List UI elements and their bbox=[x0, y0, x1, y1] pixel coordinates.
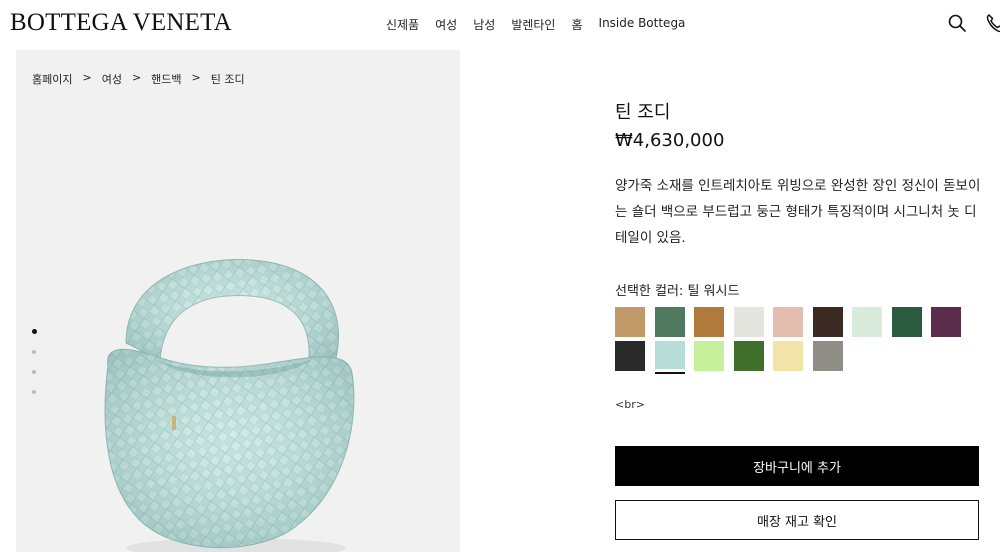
gallery-dot-3[interactable] bbox=[32, 370, 36, 374]
breadcrumb-home[interactable]: 홈페이지 bbox=[32, 71, 72, 87]
check-store-stock-button[interactable]: 매장 재고 확인 bbox=[615, 500, 979, 540]
product-gallery[interactable]: 홈페이지 > 여성 > 핸드백 > 틴 조디 bbox=[16, 50, 460, 552]
nav-item-new[interactable]: 신제품 bbox=[386, 16, 419, 33]
nav-item-valentine[interactable]: 발렌타인 bbox=[511, 16, 555, 33]
product-title: 틴 조디 bbox=[615, 102, 671, 123]
product-info: 틴 조디 ₩4,630,000 양가죽 소재를 인트레치아토 위빙으로 완성한 … bbox=[615, 0, 985, 552]
gallery-pagination bbox=[31, 329, 37, 410]
color-swatch[interactable] bbox=[733, 341, 764, 371]
breadcrumb-current: 틴 조디 bbox=[210, 73, 245, 86]
nav-item-home[interactable]: 홈 bbox=[571, 16, 582, 33]
selected-color-label: 선택한 컬러: 틸 워시드 bbox=[615, 284, 740, 299]
breadcrumb: 홈페이지 > 여성 > 핸드백 > 틴 조디 bbox=[32, 71, 245, 87]
breadcrumb-women[interactable]: 여성 bbox=[102, 71, 122, 87]
product-price: ₩4,630,000 bbox=[615, 130, 725, 151]
color-swatch[interactable] bbox=[891, 307, 922, 337]
color-swatch[interactable] bbox=[773, 307, 803, 337]
color-swatch[interactable] bbox=[694, 341, 724, 371]
gallery-dot-2[interactable] bbox=[32, 350, 36, 354]
nav-item-men[interactable]: 남성 bbox=[473, 16, 495, 33]
phone-icon[interactable] bbox=[984, 12, 1000, 34]
color-swatch[interactable] bbox=[654, 341, 685, 374]
brand-logo[interactable]: BOTTEGA VENETA bbox=[10, 9, 232, 37]
color-swatch[interactable] bbox=[812, 341, 843, 371]
breadcrumb-separator: > bbox=[82, 71, 92, 84]
add-to-cart-button[interactable]: 장바구니에 추가 bbox=[615, 446, 979, 486]
product-image-bag bbox=[104, 259, 355, 552]
product-description: 양가죽 소재를 인트레치아토 위빙으로 완성한 장인 정신이 돋보이는 숄더 백… bbox=[615, 178, 981, 246]
breadcrumb-handbags[interactable]: 핸드백 bbox=[151, 71, 181, 87]
color-swatch[interactable] bbox=[694, 307, 724, 337]
color-swatch[interactable] bbox=[812, 307, 843, 337]
color-swatch[interactable] bbox=[654, 307, 685, 337]
gallery-dot-4[interactable] bbox=[32, 390, 36, 394]
breadcrumb-separator: > bbox=[191, 71, 201, 84]
color-swatch[interactable] bbox=[931, 307, 961, 337]
color-swatch[interactable] bbox=[615, 341, 645, 371]
breadcrumb-separator: > bbox=[131, 71, 142, 84]
color-swatch[interactable] bbox=[733, 307, 764, 337]
gallery-dot-1[interactable] bbox=[31, 329, 37, 334]
color-swatch[interactable] bbox=[773, 341, 803, 371]
color-swatch[interactable] bbox=[852, 307, 882, 337]
color-swatch[interactable] bbox=[615, 307, 645, 337]
stray-br-text: <br> bbox=[615, 398, 645, 411]
nav-item-women[interactable]: 여성 bbox=[435, 16, 457, 33]
